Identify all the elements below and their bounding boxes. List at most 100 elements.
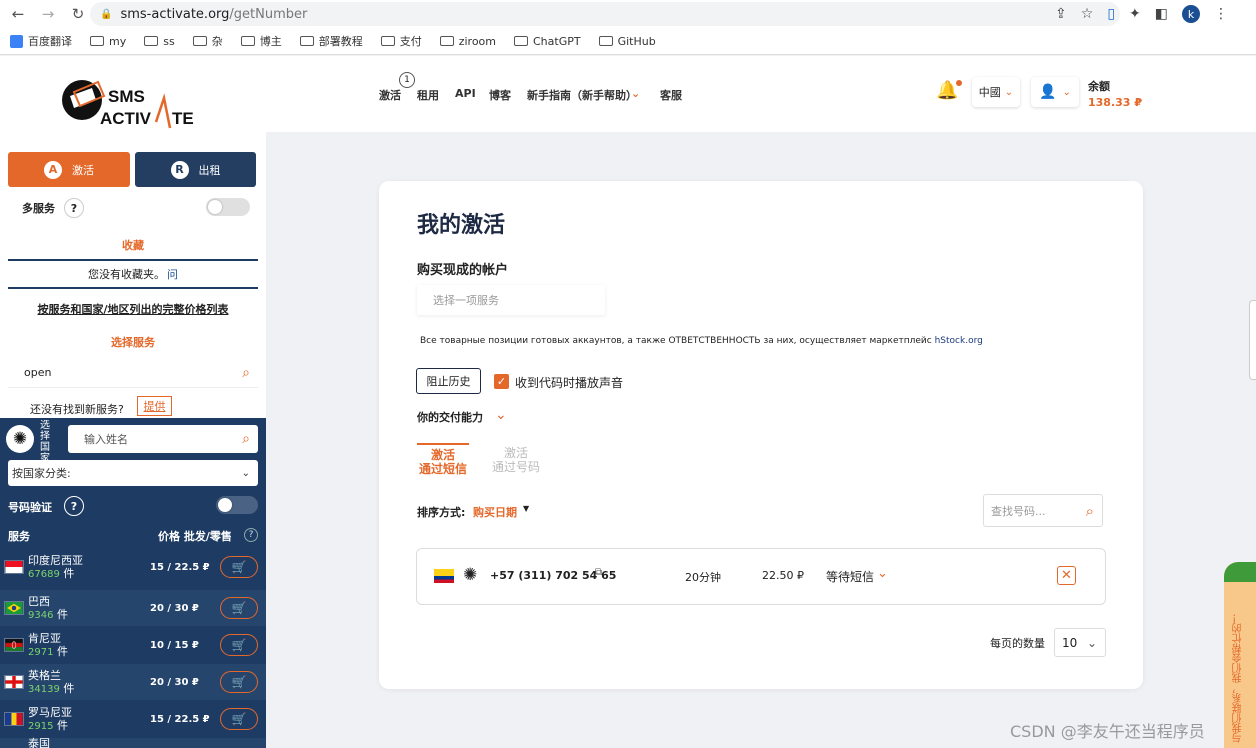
- tab-rent-label: 出租: [198, 163, 221, 177]
- select-service-title: 选择服务: [111, 336, 155, 349]
- activation-row[interactable]: ✺ +57 (311) 702 54 65 ⧉ 20分钟 22.50 ₽ 等待短…: [416, 548, 1106, 605]
- forward-arrow-icon[interactable]: →: [36, 5, 60, 23]
- activation-price: 22.50 ₽: [762, 569, 804, 582]
- chevron-down-icon[interactable]: ⌄: [877, 566, 888, 581]
- price-list-link[interactable]: 按服务和国家/地区列出的完整价格列表: [0, 301, 266, 317]
- number-search-input[interactable]: 查找号码... ⌕: [983, 494, 1103, 527]
- sort-select[interactable]: 购买日期: [473, 504, 517, 520]
- bookmark-item[interactable]: ChatGPT: [514, 35, 581, 48]
- search-icon[interactable]: ⌕: [1086, 502, 1094, 520]
- tab-sms-activation[interactable]: 激活 通过短信: [417, 443, 469, 476]
- search-icon[interactable]: ⌕: [242, 365, 250, 381]
- share-icon[interactable]: ⇪: [1055, 6, 1067, 22]
- tab-rent[interactable]: R 出租: [135, 152, 256, 187]
- cart-icon[interactable]: 🛒: [220, 708, 258, 730]
- bookmark-item[interactable]: 博主: [240, 33, 282, 49]
- cancel-activation-button[interactable]: ✕: [1057, 566, 1076, 585]
- back-arrow-icon[interactable]: ←: [6, 5, 30, 23]
- country-count-unit: 件: [63, 681, 75, 695]
- page-scrollbar[interactable]: [1249, 300, 1256, 380]
- favorites-help-link[interactable]: 问: [167, 266, 178, 282]
- caret-down-icon[interactable]: ▼: [523, 504, 529, 513]
- bookmark-item[interactable]: my: [90, 35, 126, 48]
- country-row[interactable]: 巴西 9346 件 20 / 30 ₽ 🛒: [0, 590, 266, 626]
- bookmark-item[interactable]: GitHub: [598, 35, 656, 48]
- bookmark-item[interactable]: 杂: [192, 33, 223, 49]
- per-page-select[interactable]: 10 ⌄: [1054, 628, 1106, 657]
- page-title: 我的激活: [417, 213, 506, 238]
- folder-icon: [240, 36, 255, 46]
- nav-rent[interactable]: 租用: [417, 87, 439, 103]
- hstock-link[interactable]: hStock.org: [935, 336, 983, 346]
- bookmark-item[interactable]: ziroom: [439, 35, 496, 48]
- svg-text:TE: TE: [172, 109, 194, 128]
- cart-icon[interactable]: 🛒: [220, 597, 258, 619]
- sidepanel-icon[interactable]: ◧: [1155, 6, 1168, 22]
- menu-dots-icon[interactable]: ⋮: [1214, 6, 1228, 22]
- country-count: 9346: [28, 609, 54, 621]
- cart-icon[interactable]: 🛒: [220, 556, 258, 578]
- country-category-select[interactable]: 按国家分类: ⌄: [8, 460, 258, 486]
- country-name: 英格兰: [28, 668, 61, 682]
- cart-icon[interactable]: 🛒: [220, 634, 258, 656]
- nav-api[interactable]: API: [455, 87, 476, 100]
- chevron-down-icon: ⌄: [1086, 635, 1097, 650]
- suggest-service-button[interactable]: 提供: [137, 396, 172, 416]
- user-menu[interactable]: 👤 ⌄: [1031, 77, 1079, 107]
- bookmark-item[interactable]: ss: [144, 35, 175, 48]
- payment-ability-label[interactable]: 你的交付能力: [417, 409, 483, 425]
- country-name: 泰国: [28, 737, 50, 748]
- phone-icon[interactable]: ▯: [1107, 6, 1115, 22]
- no-favorites-text: 您没有收藏夹。: [88, 268, 165, 281]
- nav-blog[interactable]: 博客: [489, 87, 511, 103]
- bookmark-item[interactable]: 支付: [380, 33, 422, 49]
- country-row[interactable]: 英格兰 34139 件 20 / 30 ₽ 🛒: [0, 664, 266, 700]
- favorites-title: 收藏: [122, 239, 144, 252]
- country-row[interactable]: 肯尼亚 2971 件 10 / 15 ₽ 🛒: [0, 627, 266, 663]
- balance-value[interactable]: 138.33 ₽: [1088, 96, 1142, 109]
- block-history-button[interactable]: 阻止历史: [416, 368, 481, 394]
- country-search-input[interactable]: 输入姓名 ⌕: [68, 425, 258, 453]
- country-price: 15 / 22.5 ₽: [150, 713, 210, 725]
- service-search-input[interactable]: open ⌕: [8, 358, 258, 388]
- brazil-flag-icon: [4, 601, 24, 615]
- sms-activate-logo[interactable]: SMS ACTIV TE: [60, 72, 210, 134]
- nav-support[interactable]: 客服: [660, 87, 682, 103]
- help-icon[interactable]: ?: [64, 198, 84, 218]
- country-row[interactable]: 印度尼西亚 67689 件 15 / 22.5 ₽ 🛒: [0, 549, 266, 585]
- country-count-unit: 件: [56, 607, 68, 621]
- address-bar[interactable]: 🔒 sms-activate.org/getNumber: [90, 2, 1120, 26]
- language-select[interactable]: 中國 ⌄: [972, 77, 1020, 107]
- tab-number-activation[interactable]: 激活 通过号码: [487, 446, 545, 474]
- copy-icon[interactable]: ⧉: [595, 567, 602, 578]
- nav-activate[interactable]: 激活: [379, 87, 401, 103]
- bookmark-item[interactable]: 百度翻译: [10, 33, 72, 49]
- bookmark-star-icon[interactable]: ☆: [1081, 6, 1094, 22]
- nav-guide[interactable]: 新手指南（新手帮助）: [527, 87, 637, 103]
- country-count: 67689: [28, 568, 60, 580]
- service-select[interactable]: 选择一项服务: [417, 285, 605, 315]
- chevron-down-icon[interactable]: ⌄: [631, 87, 640, 100]
- multi-service-toggle[interactable]: [206, 198, 250, 216]
- sound-checkbox[interactable]: ✓: [494, 374, 509, 389]
- reload-icon[interactable]: ↻: [66, 5, 90, 23]
- country-row[interactable]: 罗马尼亚 2915 件 15 / 22.5 ₽ 🛒: [0, 701, 266, 737]
- chevron-down-icon[interactable]: ⌄: [495, 407, 507, 423]
- feedback-tab[interactable]: 与我们联系，我们会帮忙的！: [1224, 562, 1256, 748]
- time-left: 20分钟: [685, 571, 721, 584]
- extensions-icon[interactable]: ✦: [1129, 6, 1141, 22]
- bookmark-item[interactable]: 部署教程: [299, 33, 363, 49]
- country-count: 2915: [28, 720, 54, 732]
- bookmark-label: ChatGPT: [533, 34, 581, 48]
- number-verify-toggle[interactable]: [216, 496, 258, 514]
- tab-activate[interactable]: A 激活: [8, 152, 130, 187]
- chevron-down-icon[interactable]: ⌄: [1136, 94, 1144, 105]
- profile-avatar[interactable]: k: [1182, 5, 1200, 23]
- help-icon[interactable]: ?: [64, 496, 84, 516]
- cart-icon[interactable]: 🛒: [220, 671, 258, 693]
- search-icon[interactable]: ⌕: [242, 431, 250, 447]
- bookmark-label: my: [109, 34, 127, 48]
- activation-status[interactable]: 等待短信: [826, 568, 874, 585]
- country-row[interactable]: 泰国: [0, 737, 266, 748]
- help-icon[interactable]: ?: [244, 528, 258, 542]
